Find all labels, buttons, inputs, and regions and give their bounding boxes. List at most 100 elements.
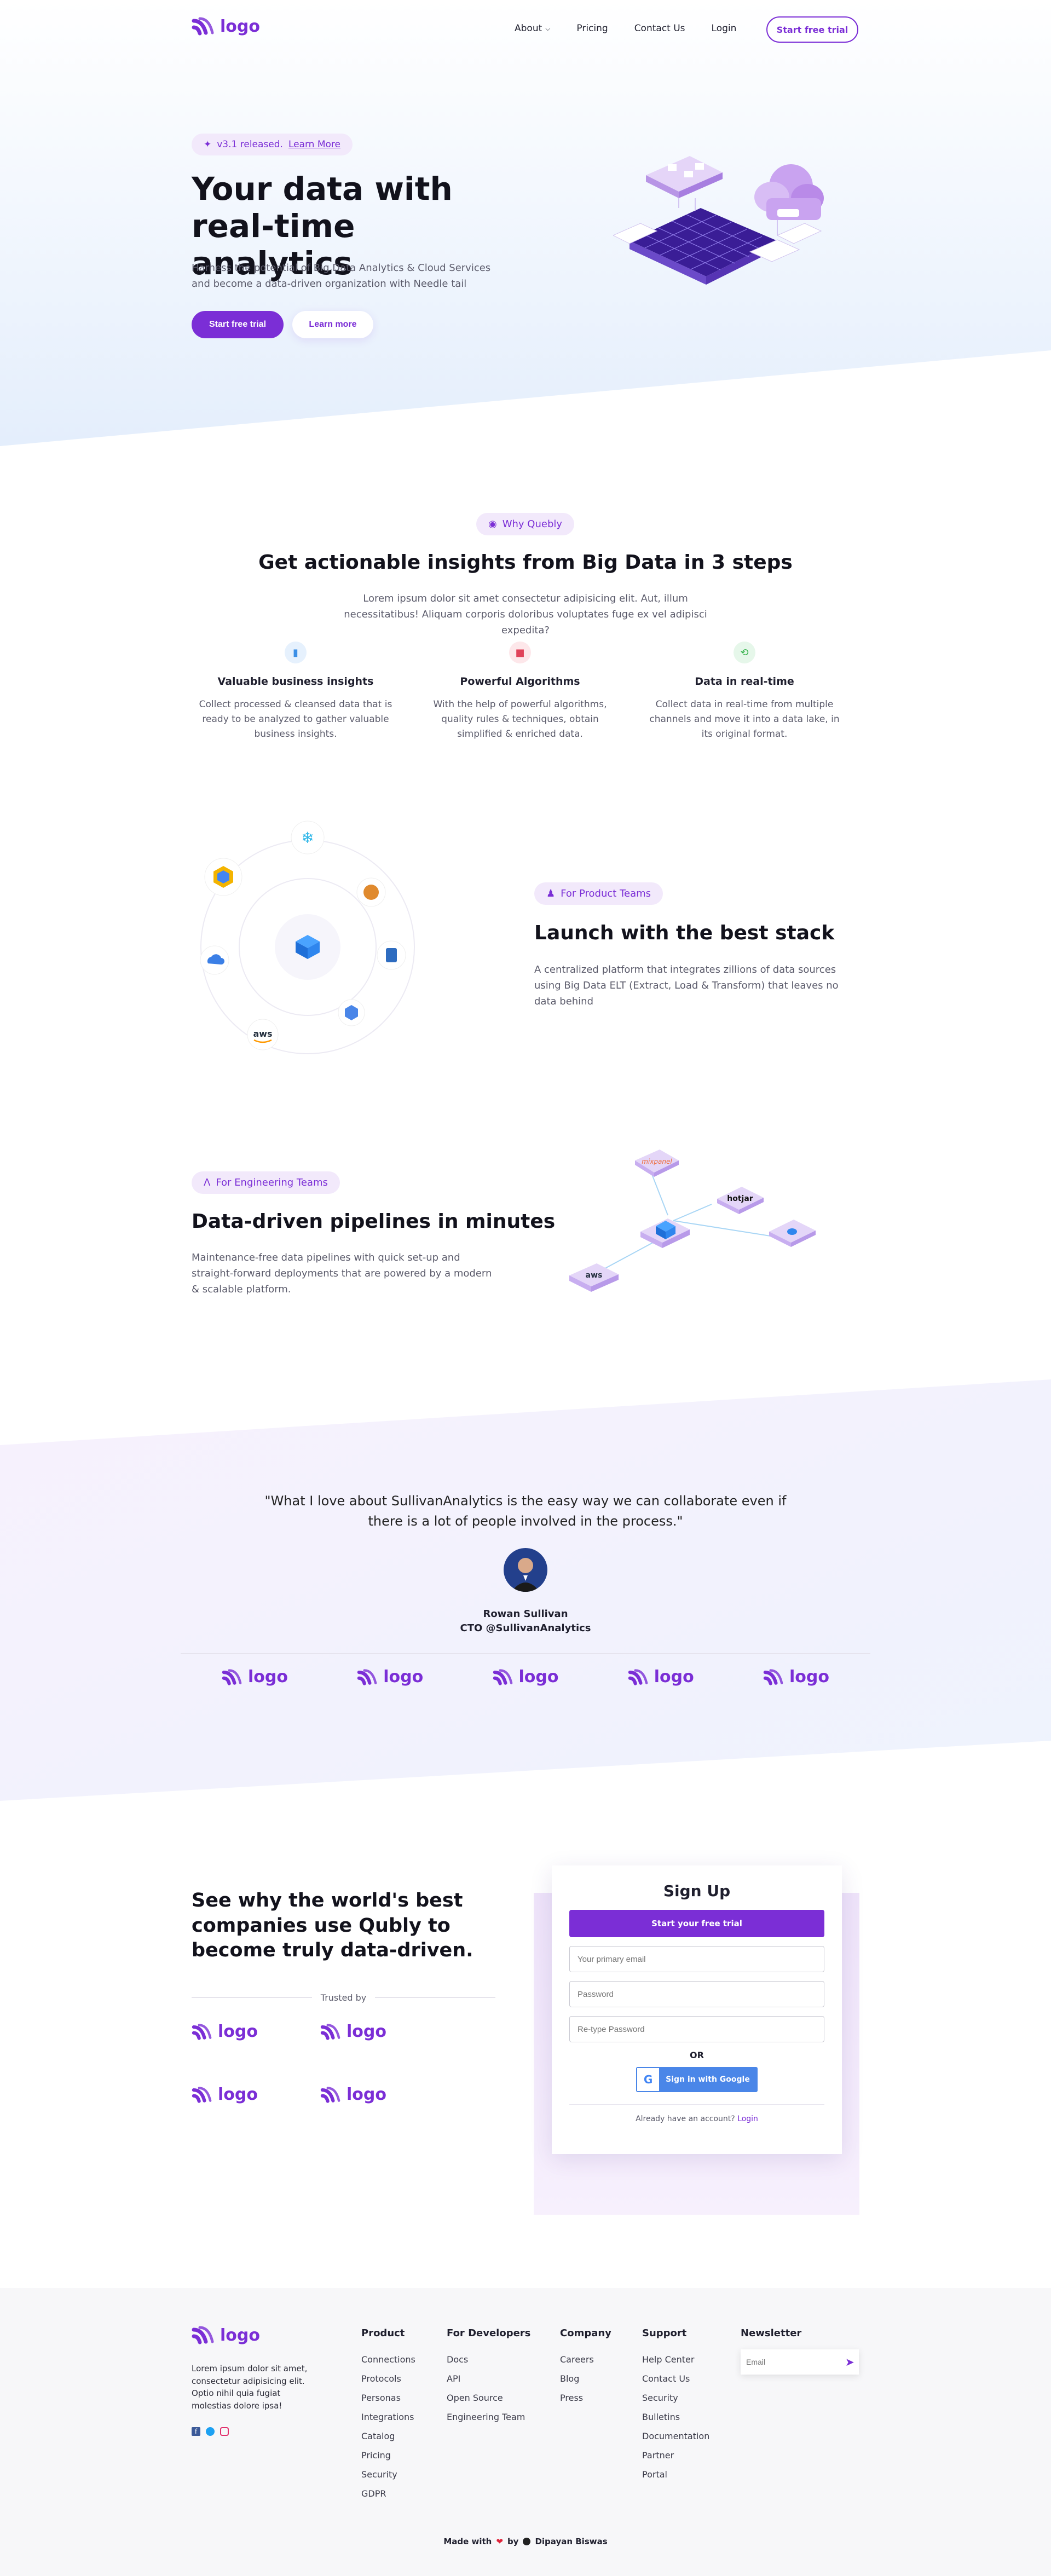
footer-link[interactable]: Pricing <box>361 2450 415 2461</box>
footer-col-title: Support <box>642 2327 687 2339</box>
trusted-by-label: Trusted by <box>320 1992 367 2003</box>
release-learn-more-link[interactable]: Learn More <box>288 139 340 150</box>
redshift-icon <box>386 948 397 962</box>
eye-icon: ◉ <box>488 518 497 530</box>
footer-link[interactable]: Partner <box>642 2450 709 2461</box>
feature-card-insights: ▮ Valuable business insights Collect pro… <box>194 642 397 742</box>
twitter-icon[interactable] <box>206 2427 215 2436</box>
share-icon: ⟲ <box>734 642 755 663</box>
brand-name: logo <box>220 16 260 36</box>
footer-link[interactable]: Contact Us <box>642 2373 709 2384</box>
footer-link[interactable]: API <box>447 2373 530 2384</box>
navbar-logo[interactable]: logo <box>192 16 260 36</box>
database-icon <box>363 885 379 900</box>
footer-col-product: Product Connections Protocols Personas I… <box>361 2327 415 2508</box>
brand-logo-icon <box>192 17 214 36</box>
avatar <box>504 1548 547 1592</box>
release-pill: ✦ v3.1 released. Learn More <box>192 134 353 155</box>
testimonial-background <box>0 1379 1051 1801</box>
footer-link[interactable]: Personas <box>361 2393 415 2403</box>
cloud-service-icon <box>787 1228 797 1235</box>
footer-link[interactable]: Security <box>361 2469 415 2480</box>
retype-password-field[interactable] <box>569 2016 824 2042</box>
nav-pricing[interactable]: Pricing <box>576 23 608 34</box>
trusted-logo: logo <box>192 2085 320 2104</box>
footer-link[interactable]: Protocols <box>361 2373 415 2384</box>
footer-link[interactable]: Security <box>642 2393 709 2403</box>
footer-col-developers: For Developers Docs API Open Source Engi… <box>447 2327 530 2431</box>
password-field[interactable] <box>569 1981 824 2007</box>
hero-start-trial-button[interactable]: Start free trial <box>192 311 284 338</box>
nav-about[interactable]: About ⌵ <box>515 23 550 34</box>
footer-link[interactable]: Careers <box>560 2354 611 2365</box>
footer-link[interactable]: Press <box>560 2393 611 2403</box>
customer-logo: logo <box>222 1667 288 1686</box>
trusted-logo: logo <box>320 2022 449 2041</box>
brand-logo-icon <box>628 1668 648 1685</box>
login-link[interactable]: Login <box>737 2115 758 2123</box>
footer-link[interactable]: Portal <box>642 2469 709 2480</box>
team-icon: ♟ <box>546 888 556 899</box>
signup-title: Sign Up <box>663 1882 731 1900</box>
cloud-icon <box>754 164 824 220</box>
newsletter-form: ➤ <box>741 2349 859 2375</box>
footer-col-title: Product <box>361 2327 405 2339</box>
footer-link[interactable]: Open Source <box>447 2393 530 2403</box>
email-field[interactable] <box>569 1946 824 1972</box>
footer-link[interactable]: Docs <box>447 2354 530 2365</box>
start-free-trial-button[interactable]: Start your free trial <box>569 1910 824 1937</box>
hero-subtitle: Harness the potential of Big Data Analyt… <box>192 262 491 290</box>
hero-learn-more-button[interactable]: Learn more <box>292 311 373 338</box>
feature-text: Collect data in real-time from multiple … <box>649 699 840 740</box>
testimonial-name: Rowan Sullivan <box>483 1608 568 1620</box>
instagram-icon[interactable] <box>220 2427 229 2436</box>
github-icon <box>523 2538 531 2545</box>
hotjar-logo: hotjar <box>727 1194 753 1203</box>
footer-link[interactable]: Documentation <box>642 2431 709 2441</box>
testimonial-quote: "What I love about SullivanAnalytics is … <box>264 1493 787 1529</box>
brand-logo-icon <box>493 1668 512 1685</box>
engineering-pill: Λ For Engineering Teams <box>192 1171 340 1194</box>
bar-chart-icon: ▮ <box>285 642 307 663</box>
or-separator: OR <box>690 2050 704 2060</box>
footer-link[interactable]: Help Center <box>642 2354 709 2365</box>
footer-col-title: For Developers <box>447 2327 531 2339</box>
newsletter-title: Newsletter <box>741 2327 802 2339</box>
compass-icon: Λ <box>204 1177 211 1188</box>
footer-link[interactable]: Catalog <box>361 2431 415 2441</box>
nav-login[interactable]: Login <box>712 23 737 34</box>
footer-logo[interactable]: logo <box>192 2325 260 2345</box>
nav-contact[interactable]: Contact Us <box>634 23 685 34</box>
algorithm-icon: ■ <box>509 642 531 663</box>
feature-text: Collect processed & cleansed data that i… <box>199 699 392 740</box>
footer-link[interactable]: Integrations <box>361 2412 415 2422</box>
trusted-logo: logo <box>320 2085 449 2104</box>
trusted-by-divider: Trusted by <box>192 1992 495 2003</box>
integrations-orbit: ❄ aws <box>200 821 415 1054</box>
divider <box>181 1653 870 1654</box>
footer-link[interactable]: Bulletins <box>642 2412 709 2422</box>
send-icon[interactable]: ➤ <box>845 2355 854 2369</box>
footer-col-company: Company Careers Blog Press <box>560 2327 611 2412</box>
customer-logo: logo <box>493 1667 558 1686</box>
top-nav: About ⌵ Pricing Contact Us Login <box>515 23 736 34</box>
footer-link[interactable]: GDPR <box>361 2488 415 2499</box>
features-row: ▮ Valuable business insights Collect pro… <box>194 642 846 742</box>
footer-col-support: Support Help Center Contact Us Security … <box>642 2327 709 2488</box>
sparkle-icon: ✦ <box>204 139 212 150</box>
customer-logo: logo <box>357 1667 423 1686</box>
facebook-icon[interactable]: f <box>192 2427 200 2436</box>
nav-start-trial-button[interactable]: Start free trial <box>766 16 858 43</box>
feature-card-realtime: ⟲ Data in real-time Collect data in real… <box>643 642 846 742</box>
footer-about: Lorem ipsum dolor sit amet, consectetur … <box>192 2364 308 2411</box>
newsletter-email-input[interactable] <box>746 2358 845 2366</box>
author-link[interactable]: Dipayan Biswas <box>535 2537 607 2546</box>
footer-link[interactable]: Engineering Team <box>447 2412 530 2422</box>
google-sign-in-button[interactable]: G Sign in with Google <box>636 2067 758 2092</box>
testimonial-role: CTO @SullivanAnalytics <box>460 1622 591 1634</box>
brand-logo-icon <box>222 1668 242 1685</box>
brand-logo-icon <box>763 1668 783 1685</box>
brand-logo-icon <box>320 2086 340 2103</box>
footer-link[interactable]: Connections <box>361 2354 415 2365</box>
footer-link[interactable]: Blog <box>560 2373 611 2384</box>
